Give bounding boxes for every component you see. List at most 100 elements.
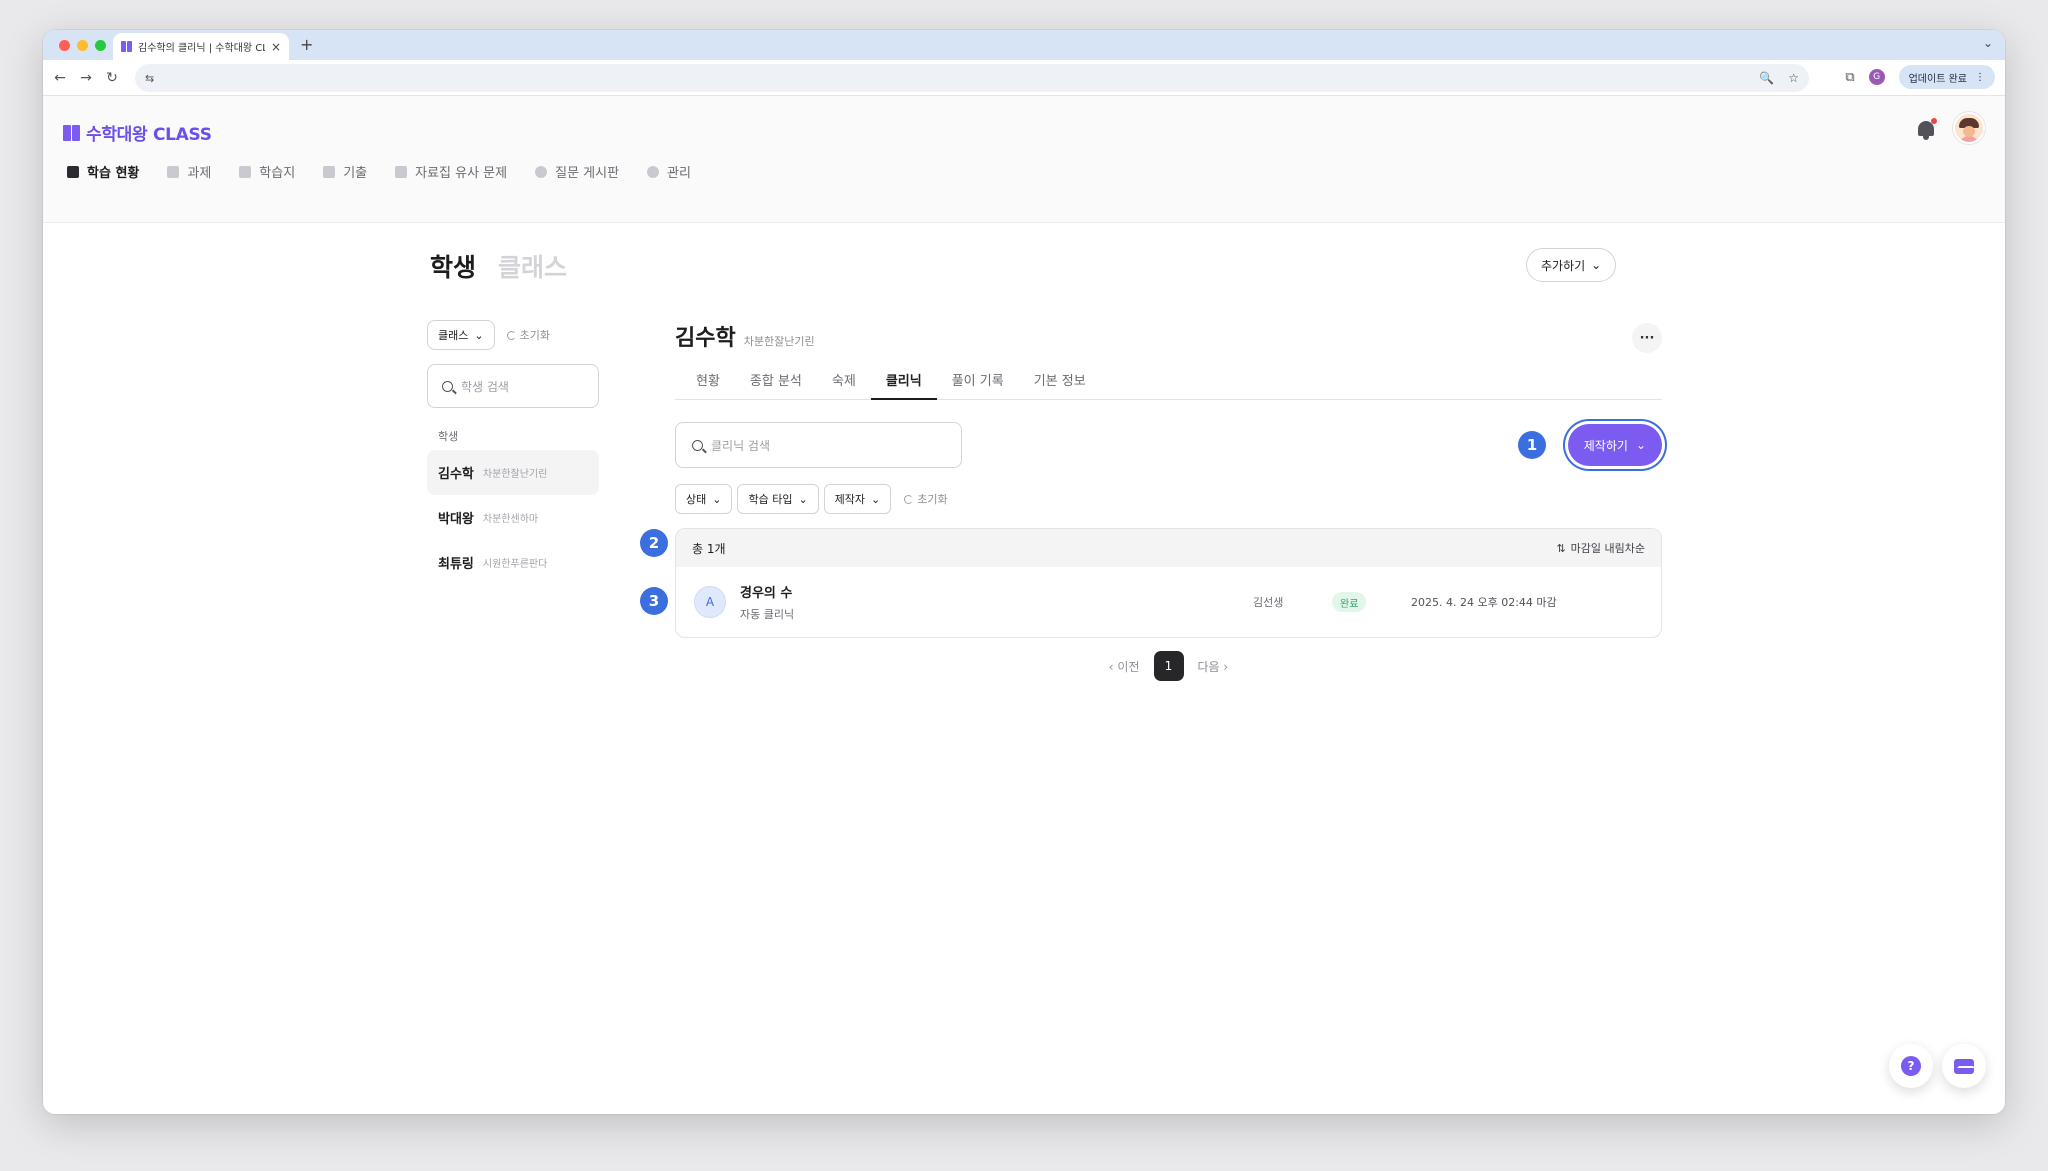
nav-item-qna-board[interactable]: 질문 게시판 (535, 162, 619, 181)
nav-item-label: 기출 (343, 166, 368, 181)
filter-learning-type[interactable]: 학습 타입 ⌄ (737, 484, 819, 514)
folder-icon (395, 165, 408, 178)
nav-item-manage[interactable]: 관리 (647, 162, 691, 181)
maximize-window-button[interactable] (95, 40, 106, 51)
chevron-down-icon[interactable]: ⌄ (1983, 36, 1993, 50)
browser-tab[interactable]: 김수학의 클리닉 | 수학대왕 CLASS × (113, 33, 289, 60)
student-item[interactable]: 최튜링 시원한푸른판다 (427, 540, 599, 585)
logo-text: 수학대왕 CLASS (86, 125, 212, 145)
clinic-title: 경우의 수 (740, 586, 793, 601)
prev-page-button[interactable]: ‹ 이전 (1109, 658, 1140, 675)
stack-icon (323, 165, 336, 178)
filter-reset-button[interactable]: 초기화 (904, 491, 948, 507)
step-badge-2: 2 (640, 529, 668, 557)
pagination: ‹ 이전 1 다음 › (675, 651, 1662, 681)
student-name: 박대왕 (438, 512, 474, 527)
reset-button[interactable]: 초기화 (506, 327, 550, 343)
nav-item-label: 학습 현황 (87, 166, 140, 181)
make-button-label: 제작하기 (1583, 438, 1628, 453)
add-button[interactable]: 추가하기 ⌄ (1526, 248, 1617, 282)
filter-label: 학습 타입 (748, 493, 793, 506)
update-button[interactable]: 업데이트 완료 ⋮ (1898, 65, 1995, 89)
student-list: 김수학 차분한잘난기린 박대왕 차분한센하마 최튜링 시원한푸른판다 (427, 450, 599, 585)
zoom-icon[interactable]: 🔍 (1759, 71, 1774, 85)
browser-window: 김수학의 클리닉 | 수학대왕 CLASS × + ⌄ ← → ↻ ⇆ 🔍 ☆ … (43, 30, 2005, 1114)
reload-icon[interactable]: ↻ (99, 70, 125, 86)
close-icon[interactable]: × (271, 40, 281, 54)
clinic-due-date: 2025. 4. 24 오후 02:44 마감 (1411, 596, 1557, 609)
refresh-icon (904, 494, 914, 504)
status-badge: 완료 (1332, 592, 1367, 612)
detail-tabs: 현황 종합 분석 숙제 클리닉 풀이 기록 기본 정보 (675, 360, 1662, 400)
page-title-students[interactable]: 학생 (430, 248, 476, 284)
nav-item-past-exams[interactable]: 기출 (323, 162, 367, 181)
student-name: 최튜링 (438, 557, 474, 572)
detail-student-nickname: 차분한잘난기린 (743, 335, 815, 348)
forward-icon[interactable]: → (73, 70, 99, 86)
user-avatar[interactable] (1953, 112, 1985, 144)
tab-homework[interactable]: 숙제 (817, 360, 871, 399)
gear-icon (647, 165, 660, 178)
nav-item-assignments[interactable]: 과제 (167, 162, 211, 181)
notification-bell-icon[interactable] (1915, 118, 1937, 142)
nav-item-similar-problems[interactable]: 자료집 유사 문제 (395, 162, 507, 181)
back-icon[interactable]: ← (47, 70, 73, 86)
clinic-type-avatar: A (694, 586, 726, 618)
tab-basic-info[interactable]: 기본 정보 (1019, 360, 1101, 399)
class-select[interactable]: 클래스 ⌄ (427, 320, 495, 350)
filter-label: 상태 (686, 493, 707, 506)
total-count: 총 1개 (692, 541, 726, 556)
minimize-window-button[interactable] (77, 40, 88, 51)
make-clinic-button[interactable]: 제작하기 ⌄ (1567, 424, 1662, 466)
tab-status[interactable]: 현황 (681, 360, 735, 399)
student-name: 김수학 (438, 467, 474, 482)
tab-analysis[interactable]: 종합 분석 (735, 360, 817, 399)
filter-label: 제작자 (834, 493, 866, 506)
list-item[interactable]: A 경우의 수 자동 클리닉 김선생 완료 2025. 4. 24 오후 02:… (676, 567, 1661, 637)
window-controls (59, 40, 106, 51)
document-icon (167, 165, 180, 178)
tab-clinic[interactable]: 클리닉 (870, 360, 937, 400)
mail-icon (1954, 1058, 1975, 1074)
chevron-down-icon: ⌄ (1635, 438, 1646, 452)
chat-icon (535, 165, 548, 178)
refresh-icon (506, 330, 516, 340)
clinic-type: 자동 클리닉 (740, 608, 795, 621)
new-tab-button[interactable]: + (300, 35, 313, 54)
student-item[interactable]: 박대왕 차분한센하마 (427, 495, 599, 540)
app-logo[interactable]: 수학대왕 CLASS (63, 120, 212, 145)
search-icon (692, 439, 703, 451)
more-options-button[interactable]: ··· (1632, 323, 1662, 353)
sort-button[interactable]: ⇅ 마감일 내림차순 (1556, 540, 1645, 556)
tab-title: 김수학의 클리닉 | 수학대왕 CLASS (138, 43, 265, 54)
site-info-icon[interactable]: ⇆ (145, 72, 154, 85)
filter-creator[interactable]: 제작자 ⌄ (823, 484, 892, 514)
profile-avatar[interactable]: G (1868, 69, 1885, 85)
bookmark-star-icon[interactable]: ☆ (1788, 71, 1799, 85)
tab-solve-history[interactable]: 풀이 기록 (937, 360, 1019, 399)
prev-label: 이전 (1117, 659, 1140, 674)
next-page-button[interactable]: 다음 › (1198, 658, 1229, 675)
step-badge-3: 3 (640, 587, 668, 615)
clinic-filters: 상태 ⌄ 학습 타입 ⌄ 제작자 ⌄ 초기화 (675, 484, 1662, 514)
page-title-classes[interactable]: 클래스 (498, 248, 567, 284)
step-badge-1: 1 (1518, 431, 1546, 459)
message-button[interactable] (1942, 1044, 1986, 1088)
question-icon: ? (1901, 1056, 1921, 1076)
add-button-label: 추가하기 (1541, 258, 1586, 273)
update-label: 업데이트 완료 (1908, 73, 1967, 85)
extensions-icon[interactable]: ⧉ (1845, 70, 1854, 85)
student-item[interactable]: 김수학 차분한잘난기린 (427, 450, 599, 495)
clinic-search-input[interactable]: 클리닉 검색 (675, 422, 962, 468)
filter-status[interactable]: 상태 ⌄ (675, 484, 733, 514)
page-number-current[interactable]: 1 (1153, 651, 1184, 681)
chevron-down-icon: ⌄ (1591, 258, 1602, 272)
chevron-down-icon: ⌄ (871, 492, 881, 506)
close-window-button[interactable] (59, 40, 70, 51)
nav-item-worksheets[interactable]: 학습지 (239, 162, 295, 181)
help-button[interactable]: ? (1889, 1044, 1933, 1088)
student-search-input[interactable]: 학생 검색 (427, 364, 599, 408)
clinic-list: 2 3 총 1개 ⇅ 마감일 내림차순 A 경우의 수 자동 클리닉 김선생 완… (640, 528, 1662, 638)
address-bar[interactable]: ⇆ 🔍 ☆ (135, 64, 1809, 92)
nav-item-learning-status[interactable]: 학습 현황 (67, 162, 139, 181)
